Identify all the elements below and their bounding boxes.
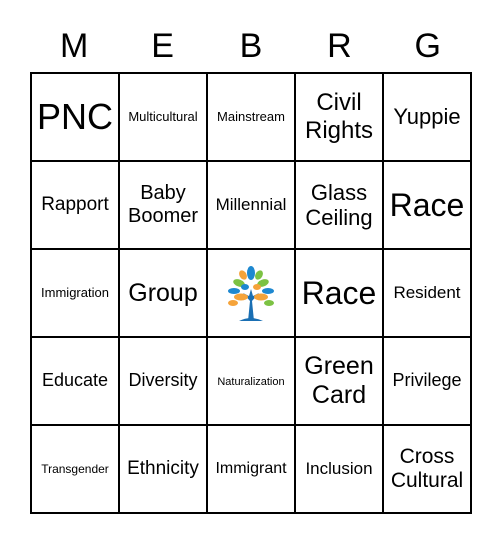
bingo-cell[interactable]: Multicultural bbox=[118, 72, 208, 162]
cell-label: Cross Cultural bbox=[390, 444, 464, 492]
bingo-cell[interactable]: Baby Boomer bbox=[118, 160, 208, 250]
cell-label: Inclusion bbox=[305, 458, 373, 478]
bingo-cell[interactable]: Educate bbox=[30, 336, 120, 426]
bingo-cell[interactable]: Race bbox=[382, 160, 472, 250]
cell-label: Ethnicity bbox=[127, 458, 199, 480]
cell-label: Glass Ceiling bbox=[305, 179, 373, 230]
bingo-cell[interactable]: Immigration bbox=[30, 248, 120, 338]
cell-label: Race bbox=[301, 274, 377, 311]
bingo-header: M E B R G bbox=[30, 26, 472, 66]
bingo-cell[interactable]: Ethnicity bbox=[118, 424, 208, 514]
bingo-cell[interactable]: Civil Rights bbox=[294, 72, 384, 162]
cell-label: Baby Boomer bbox=[127, 182, 199, 227]
bingo-grid: PNC Multicultural Mainstream Civil Rights Yu… bbox=[30, 72, 472, 514]
free-space[interactable] bbox=[206, 248, 296, 338]
bingo-cell[interactable]: Diversity bbox=[118, 336, 208, 426]
bingo-cell[interactable]: Glass Ceiling bbox=[294, 160, 384, 250]
grid-row: Transgender Ethnicity Immigrant Inclusion Cr… bbox=[30, 424, 472, 514]
bingo-cell[interactable]: Green Card bbox=[294, 336, 384, 426]
cell-label: Civil Rights bbox=[304, 89, 374, 144]
cell-label: Millennial bbox=[215, 194, 287, 214]
header-letter: B bbox=[239, 27, 263, 65]
cell-label: Resident bbox=[393, 282, 461, 302]
cell-label: Educate bbox=[41, 370, 109, 391]
header-letter: G bbox=[414, 27, 441, 65]
cell-label: Privilege bbox=[392, 370, 462, 391]
bingo-cell[interactable]: Cross Cultural bbox=[382, 424, 472, 514]
cell-label: PNC bbox=[36, 96, 113, 138]
bingo-cell[interactable]: Transgender bbox=[30, 424, 120, 514]
bingo-cell[interactable]: Millennial bbox=[206, 160, 296, 250]
grid-row: Educate Diversity Naturalization Green Card… bbox=[30, 336, 472, 426]
header-letter: E bbox=[151, 27, 174, 65]
cell-label: Transgender bbox=[41, 461, 109, 476]
cell-label: Race bbox=[389, 186, 465, 223]
cell-label: Mainstream bbox=[217, 108, 285, 124]
bingo-cell[interactable]: Rapport bbox=[30, 160, 120, 250]
cell-label: Green Card bbox=[304, 352, 374, 409]
bingo-cell[interactable]: Inclusion bbox=[294, 424, 384, 514]
header-letter: M bbox=[60, 27, 89, 65]
cell-label: Immigration bbox=[41, 284, 109, 300]
bingo-cell[interactable]: Naturalization bbox=[206, 336, 296, 426]
bingo-cell[interactable]: Yuppie bbox=[382, 72, 472, 162]
grid-row: PNC Multicultural Mainstream Civil Rights Yu… bbox=[30, 72, 472, 162]
bingo-cell[interactable]: Mainstream bbox=[206, 72, 296, 162]
header-letter: R bbox=[327, 27, 352, 65]
bingo-cell[interactable]: Resident bbox=[382, 248, 472, 338]
bingo-cell[interactable]: Immigrant bbox=[206, 424, 296, 514]
cell-label: Yuppie bbox=[393, 104, 461, 130]
tree-logo-icon bbox=[228, 266, 274, 321]
cell-label: Immigrant bbox=[215, 459, 287, 477]
cell-label: Diversity bbox=[128, 370, 198, 391]
cell-label: Multicultural bbox=[128, 108, 198, 124]
cell-label: Rapport bbox=[41, 194, 109, 216]
bingo-cell[interactable]: Group bbox=[118, 248, 208, 338]
bingo-cell[interactable]: Race bbox=[294, 248, 384, 338]
grid-row: Immigration Group Race Resident bbox=[30, 248, 472, 338]
bingo-cell[interactable]: PNC bbox=[30, 72, 120, 162]
cell-label: Group bbox=[128, 278, 198, 307]
bingo-cell[interactable]: Privilege bbox=[382, 336, 472, 426]
cell-label: Naturalization bbox=[217, 375, 285, 388]
grid-row: Rapport Baby Boomer Millennial Glass Ceilin… bbox=[30, 160, 472, 250]
